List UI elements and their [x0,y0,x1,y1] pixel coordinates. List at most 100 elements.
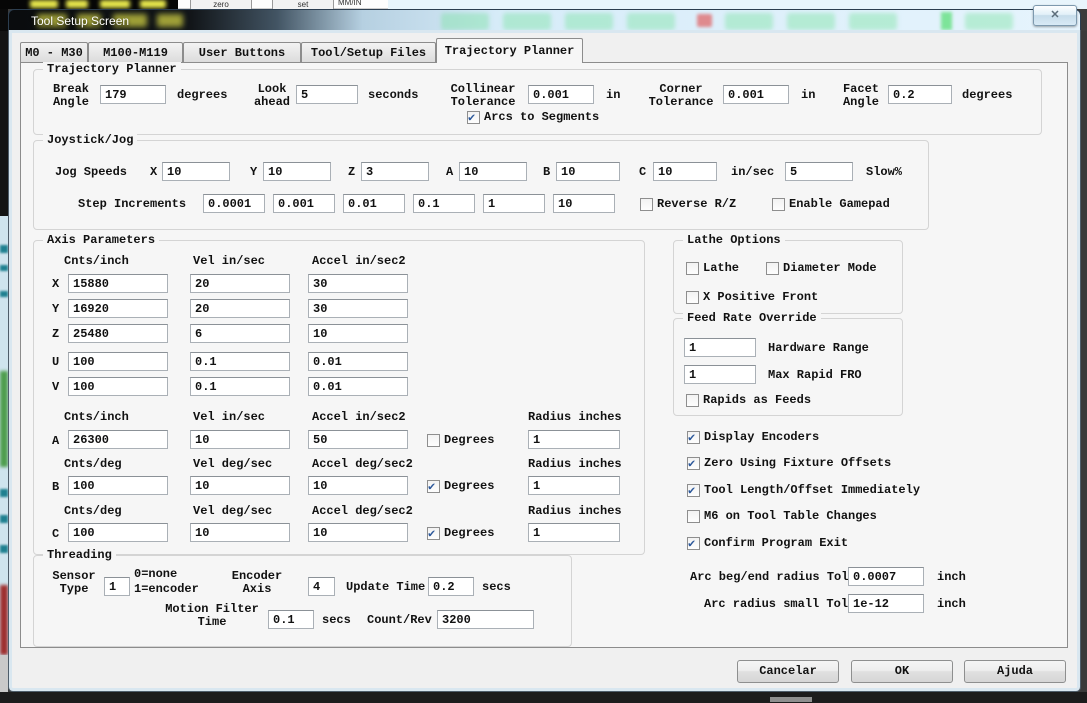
axis-x-cnts-input[interactable] [68,274,168,293]
step-increment-4-input[interactable] [413,194,475,213]
checkbox-box[interactable] [467,110,480,125]
checkbox-box[interactable] [640,197,653,211]
arc-begend-tol-label: Arc beg/end radius Tol [690,570,849,584]
jog-axis-z-label: Z [348,165,356,179]
cancel-button[interactable]: Cancelar [737,660,839,683]
window-title: Tool Setup Screen [31,14,130,28]
enable-gamepad-checkbox[interactable]: Enable Gamepad [772,197,890,211]
axis-u-vel-input[interactable] [190,352,290,371]
jog-speed-x-input[interactable] [162,162,230,181]
jog-speed-b-input[interactable] [556,162,620,181]
axis-b-vel-input[interactable] [190,476,290,495]
checkbox-box[interactable] [772,197,785,211]
axis-v-accel-input[interactable] [308,377,408,396]
slow-percent-input[interactable] [785,162,853,181]
axis-b-degrees-checkbox[interactable]: Degrees [427,479,494,494]
motion-filter-time-input[interactable] [268,610,314,629]
jog-speed-z-input[interactable] [361,162,429,181]
step-increment-1-input[interactable] [203,194,265,213]
facet-angle-input[interactable] [888,85,952,104]
background-bottom-widget [770,697,812,702]
diameter-mode-checkbox[interactable]: Diameter Mode [766,261,877,275]
tab-trajectory-planner[interactable]: Trajectory Planner [436,38,583,63]
axis-c-radius-input[interactable] [528,523,620,542]
axis-u-accel-input[interactable] [308,352,408,371]
step-increment-3-input[interactable] [343,194,405,213]
axis-y-cnts-input[interactable] [68,299,168,318]
axis-c-vel-input[interactable] [190,523,290,542]
tab-m100-m119[interactable]: M100-M119 [88,42,183,62]
help-button[interactable]: Ajuda [964,660,1066,683]
axis-y-accel-input[interactable] [308,299,408,318]
arc-small-tol-input[interactable] [848,594,924,613]
checkbox-box[interactable] [427,526,440,541]
x-positive-front-checkbox[interactable]: X Positive Front [686,290,818,304]
sensor-type-input[interactable] [104,577,130,596]
checkbox-box[interactable] [687,509,700,523]
step-increment-5-input[interactable] [483,194,545,213]
tool-length-offset-immediately-checkbox[interactable]: Tool Length/Offset Immediately [687,483,920,498]
reverse-rz-checkbox[interactable]: Reverse R/Z [640,197,736,211]
zero-using-fixture-offsets-checkbox[interactable]: Zero Using Fixture Offsets [687,456,891,471]
tab-m0-m30[interactable]: M0 - M30 [20,42,88,62]
axis-c-accel-input[interactable] [308,523,408,542]
axis-z-vel-input[interactable] [190,324,290,343]
jog-speed-y-input[interactable] [263,162,331,181]
axis-v-vel-input[interactable] [190,377,290,396]
checkbox-box[interactable] [687,456,700,471]
update-time-input[interactable] [428,577,474,596]
axis-c-degrees-checkbox[interactable]: Degrees [427,526,494,541]
axis-x-vel-input[interactable] [190,274,290,293]
corner-tolerance-input[interactable] [723,85,789,104]
checkbox-box[interactable] [427,433,440,447]
axis-a-vel-header: Vel in/sec [193,410,266,424]
axis-a-accel-input[interactable] [308,430,408,449]
step-increment-2-input[interactable] [273,194,335,213]
axis-b-cnts-input[interactable] [68,476,168,495]
arc-begend-tol-input[interactable] [848,567,924,586]
axis-c-cnts-input[interactable] [68,523,168,542]
axis-v-cnts-input[interactable] [68,377,168,396]
display-encoders-checkbox[interactable]: Display Encoders [687,430,819,445]
axis-z-accel-input[interactable] [308,324,408,343]
checkbox-box[interactable] [427,479,440,494]
axis-z-cnts-input[interactable] [68,324,168,343]
checkbox-box[interactable] [687,536,700,551]
axis-a-cnts-input[interactable] [68,430,168,449]
tab-user-buttons[interactable]: User Buttons [183,42,301,62]
jog-speed-c-input[interactable] [653,162,717,181]
axis-b-radius-input[interactable] [528,476,620,495]
break-angle-input[interactable] [100,85,166,104]
checkbox-box[interactable] [687,483,700,498]
count-rev-input[interactable] [437,610,534,629]
arcs-to-segments-checkbox[interactable]: Arcs to Segments [467,110,599,125]
collinear-tolerance-input[interactable] [528,85,594,104]
checkbox-box[interactable] [686,393,699,407]
ok-button[interactable]: OK [851,660,953,683]
axis-y-vel-input[interactable] [190,299,290,318]
max-rapid-fro-input[interactable] [684,365,756,384]
checkbox-box[interactable] [687,430,700,445]
axis-x-accel-input[interactable] [308,274,408,293]
m6-on-tool-table-changes-checkbox[interactable]: M6 on Tool Table Changes [687,509,877,523]
encoder-axis-input[interactable] [308,577,335,596]
checkbox-box[interactable] [686,290,699,304]
axis-u-cnts-input[interactable] [68,352,168,371]
hardware-range-input[interactable] [684,338,756,357]
look-ahead-input[interactable] [296,85,358,104]
background-toolbar-blur [565,13,613,30]
jog-speed-a-input[interactable] [459,162,527,181]
rapids-as-feeds-checkbox[interactable]: Rapids as Feeds [686,393,811,407]
checkbox-box[interactable] [686,261,699,275]
lathe-checkbox[interactable]: Lathe [686,261,739,275]
confirm-program-exit-checkbox[interactable]: Confirm Program Exit [687,536,848,551]
axis-a-vel-input[interactable] [190,430,290,449]
window-titlebar[interactable]: Tool Setup Screen [8,9,1081,31]
checkbox-box[interactable] [766,261,779,275]
axis-b-accel-input[interactable] [308,476,408,495]
step-increment-6-input[interactable] [553,194,615,213]
axis-a-radius-input[interactable] [528,430,620,449]
axis-a-degrees-checkbox[interactable]: Degrees [427,433,494,447]
close-button[interactable]: ✕ [1033,5,1077,26]
tab-tool-setup-files[interactable]: Tool/Setup Files [301,42,436,62]
